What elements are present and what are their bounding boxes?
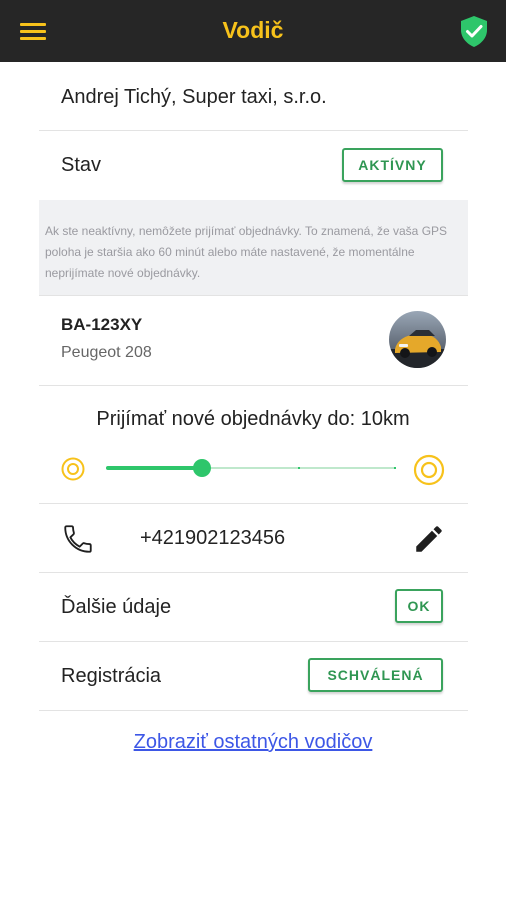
- vehicle-model: Peugeot 208: [61, 344, 152, 361]
- details-row: Ďalšie údaje OK: [39, 573, 468, 642]
- show-other-drivers-link[interactable]: Zobraziť ostatných vodičov: [0, 731, 506, 754]
- car-photo: [389, 311, 446, 368]
- shield-check-icon: [461, 16, 487, 47]
- range-slider-thumb[interactable]: [193, 459, 211, 477]
- vehicle-plate: BA-123XY: [61, 315, 143, 334]
- phone-icon: [64, 525, 92, 553]
- inactive-notice: Ak ste neaktívny, nemôžete prijímať obje…: [39, 200, 468, 296]
- page-title: Vodič: [222, 17, 284, 43]
- range-slider-fill: [106, 466, 202, 470]
- status-label: Stav: [61, 154, 102, 176]
- range-slider-tick: [298, 467, 300, 469]
- registration-approved-button[interactable]: SCHVÁLENÁ: [308, 658, 443, 692]
- range-max-icon: [413, 454, 445, 486]
- phone-row: +421902123456: [39, 504, 468, 573]
- registration-row: Registrácia SCHVÁLENÁ: [39, 642, 468, 711]
- app-bar: Vodič: [0, 0, 506, 62]
- details-label: Ďalšie údaje: [61, 596, 172, 618]
- driver-row: Andrej Tichý, Super taxi, s.r.o.: [39, 62, 468, 131]
- phone-number: +421902123456: [140, 527, 286, 549]
- range-slider-tick: [394, 467, 396, 469]
- range-min-icon: [61, 457, 85, 481]
- pencil-icon[interactable]: [412, 522, 446, 556]
- details-ok-button[interactable]: OK: [395, 589, 443, 623]
- status-active-button[interactable]: AKTÍVNY: [342, 148, 443, 182]
- range-label: Prijímať nové objednávky do: 10km: [96, 408, 410, 430]
- vehicle-row: BA-123XY Peugeot 208: [39, 296, 468, 386]
- driver-name: Andrej Tichý, Super taxi, s.r.o.: [61, 86, 327, 108]
- registration-label: Registrácia: [61, 665, 162, 687]
- status-row: Stav AKTÍVNY: [39, 131, 468, 200]
